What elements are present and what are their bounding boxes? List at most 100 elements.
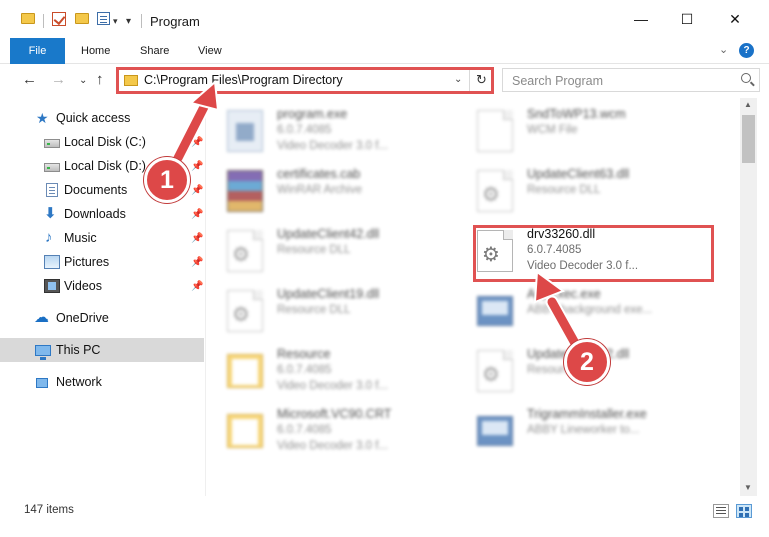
file-name: drv33260.dll: [527, 227, 596, 241]
refresh-icon[interactable]: ↻: [469, 69, 493, 91]
tab-share[interactable]: Share: [140, 38, 169, 64]
winrar-icon: [227, 170, 263, 212]
step-badge-1: 1: [144, 157, 190, 203]
file-type: ABBY background exe...: [527, 304, 653, 316]
scroll-up-icon[interactable]: ▲: [744, 100, 752, 109]
step-badge-2: 2: [564, 339, 610, 385]
file-description: Video Decoder 3.0 f...: [277, 380, 389, 392]
search-input[interactable]: Search Program: [502, 68, 760, 92]
file-item[interactable]: UpdateClient63.dll Resource DLL: [457, 164, 707, 220]
back-arrow-icon[interactable]: ←: [22, 71, 37, 88]
sidebar-item-label: Pictures: [64, 255, 110, 269]
address-bar[interactable]: C:\Program Files\Program Directory ⌄ ↻: [116, 68, 493, 92]
file-item[interactable]: Resource 6.0.7.4085 Video Decoder 3.0 f.…: [207, 344, 457, 400]
pin-icon[interactable]: 📌: [191, 281, 203, 292]
scroll-down-icon[interactable]: ▼: [744, 483, 752, 492]
file-type: WinRAR Archive: [277, 184, 362, 196]
quick-access-toolbar-icon[interactable]: [97, 12, 110, 25]
forward-arrow-icon[interactable]: →: [51, 71, 66, 88]
file-name: UpdateClient42.dll: [277, 227, 380, 241]
pin-icon[interactable]: 📌: [191, 233, 203, 244]
scroll-thumb[interactable]: [742, 115, 755, 163]
file-type: Resource DLL: [277, 244, 351, 256]
sidebar-item-label: This PC: [56, 343, 101, 357]
videos-icon: [44, 279, 60, 293]
sidebar-item-label: OneDrive: [56, 311, 109, 325]
help-icon[interactable]: ?: [739, 43, 754, 58]
onedrive-icon: ☁: [34, 309, 49, 326]
file-list: program.exe 6.0.7.4085 Video Decoder 3.0…: [207, 98, 740, 496]
file-item[interactable]: AppExec.exe ABBY background exe...: [457, 284, 707, 340]
tab-view[interactable]: View: [198, 38, 222, 64]
sidebar-item-label: Quick access: [56, 111, 131, 125]
file-item[interactable]: Microsoft.VC90.CRT 6.0.7.4085 Video Deco…: [207, 404, 457, 460]
expand-ribbon-icon[interactable]: ⌄: [719, 43, 728, 56]
pin-icon[interactable]: 📌: [191, 185, 203, 196]
blank-file-icon: [477, 110, 513, 152]
details-view-icon[interactable]: [713, 504, 729, 518]
tab-home[interactable]: Home: [81, 38, 110, 64]
this-pc-icon: [35, 344, 51, 360]
folder-icon: [227, 414, 263, 448]
file-item[interactable]: SndToWP13.wcm WCM File: [457, 104, 707, 160]
sidebar-item-label: Network: [56, 375, 102, 389]
file-version: 6.0.7.4085: [277, 124, 332, 136]
minimize-button[interactable]: —: [618, 0, 664, 38]
ribbon: File Home Share View ⌄ ?: [0, 38, 769, 64]
file-description: Video Decoder 3.0 f...: [277, 140, 389, 152]
downloads-icon: ⬇: [44, 205, 57, 222]
app-icon: [477, 296, 513, 326]
toolbar-separator: [43, 14, 44, 28]
close-button[interactable]: ✕: [712, 0, 758, 38]
pin-icon[interactable]: 📌: [191, 209, 203, 220]
sidebar-item-label: Local Disk (C:): [64, 135, 146, 149]
search-placeholder: Search Program: [512, 74, 604, 88]
file-item[interactable]: certificates.cab WinRAR Archive: [207, 164, 457, 220]
pin-icon[interactable]: 📌: [191, 137, 203, 148]
documents-icon: [46, 183, 58, 197]
sidebar-item-local-disk-c[interactable]: Local Disk (C:) 📌: [0, 130, 204, 154]
file-version: 6.0.7.4085: [277, 424, 332, 436]
recent-locations-icon[interactable]: ⌄: [79, 75, 87, 86]
sidebar-item-this-pc[interactable]: This PC: [0, 338, 204, 362]
status-bar: 147 items: [0, 496, 769, 537]
up-arrow-icon[interactable]: ↑: [96, 71, 104, 88]
file-item[interactable]: UpdateClient42.dll Resource DLL: [207, 224, 457, 280]
file-name: TrigrammInstaller.exe: [527, 407, 647, 421]
address-path[interactable]: C:\Program Files\Program Directory: [144, 73, 343, 87]
file-item[interactable]: UpdateClient19.dll Resource DLL: [207, 284, 457, 340]
sidebar-item-network[interactable]: Network: [0, 370, 204, 394]
sidebar-item-downloads[interactable]: ⬇ Downloads 📌: [0, 202, 204, 226]
file-name: Microsoft.VC90.CRT: [277, 407, 392, 421]
chevron-down-icon[interactable]: ⌄: [454, 74, 462, 85]
maximize-button[interactable]: ☐: [664, 0, 710, 38]
sidebar-item-quick-access[interactable]: ★ Quick access: [0, 106, 204, 130]
search-icon[interactable]: [741, 73, 751, 83]
properties-check-icon[interactable]: [52, 12, 66, 26]
file-name: AppExec.exe: [527, 287, 601, 301]
file-item-drv33260[interactable]: drv33260.dll 6.0.7.4085 Video Decoder 3.…: [457, 224, 707, 280]
pin-icon[interactable]: 📌: [191, 161, 203, 172]
local-disk-icon: [44, 139, 60, 148]
vertical-scrollbar[interactable]: ▲ ▼: [740, 98, 757, 496]
tab-file[interactable]: File: [10, 38, 65, 64]
tiles-view-icon[interactable]: [736, 504, 752, 518]
navigation-bar: ← → ⌄ ↑ C:\Program Files\Program Directo…: [0, 64, 769, 98]
pin-icon[interactable]: 📌: [191, 257, 203, 268]
sidebar-item-onedrive[interactable]: ☁ OneDrive: [0, 306, 204, 330]
sidebar-item-label: Music: [64, 231, 97, 245]
sidebar-item-videos[interactable]: Videos 📌: [0, 274, 204, 298]
sidebar-item-music[interactable]: ♪ Music 📌: [0, 226, 204, 250]
sidebar-item-label: Documents: [64, 183, 128, 197]
chevron-down-icon[interactable]: ▾: [113, 16, 118, 27]
dll-gear-icon: [477, 230, 513, 272]
file-item[interactable]: TrigrammInstaller.exe ABBY Lineworker to…: [457, 404, 707, 460]
music-icon: ♪: [45, 229, 53, 246]
sidebar-item-pictures[interactable]: Pictures 📌: [0, 250, 204, 274]
sidebar-item-label: Downloads: [64, 207, 126, 221]
new-folder-icon[interactable]: [75, 13, 89, 24]
file-type: ABBY Lineworker to...: [527, 424, 640, 436]
customize-toolbar-icon[interactable]: ▾: [126, 16, 131, 27]
sidebar-item-label: Videos: [64, 279, 102, 293]
file-item[interactable]: program.exe 6.0.7.4085 Video Decoder 3.0…: [207, 104, 457, 160]
